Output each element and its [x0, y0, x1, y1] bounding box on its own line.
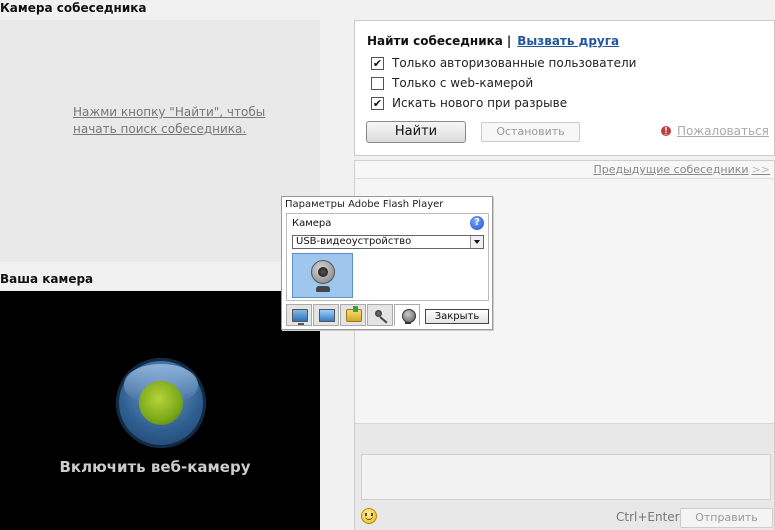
invite-friend-link[interactable]: Вызвать друга: [517, 34, 619, 48]
webcam-base: [316, 286, 330, 292]
webcam-head: [311, 260, 335, 284]
previous-partners-label: Предыдущие собеседники: [593, 163, 749, 176]
search-panel: Найти собеседника | Вызвать друга ✔ Только…: [354, 20, 775, 156]
camera-preview: [292, 253, 353, 298]
tab-privacy[interactable]: [286, 304, 312, 326]
flash-dialog-title: Параметры Adobe Flash Player: [285, 199, 444, 210]
storage-icon: [346, 306, 362, 322]
option-label: Только авторизованные пользователи: [392, 56, 637, 70]
chevron-down-icon[interactable]: [470, 236, 483, 248]
enable-webcam-label[interactable]: Включить веб-камеру: [0, 458, 310, 476]
own-camera-title: Ваша камера: [0, 272, 94, 286]
partner-hint-line1: Нажми кнопку "Найти", чтобы: [73, 105, 266, 119]
send-hotkey-label: Ctrl+Enter: [616, 510, 680, 524]
camera-section-label: Камера: [292, 218, 332, 229]
double-chevron-right-icon: >>: [751, 163, 770, 176]
report-link[interactable]: ! Пожаловаться: [661, 124, 769, 138]
find-partner-label: Найти собеседника: [367, 34, 503, 48]
checkbox-webcam-only[interactable]: [371, 76, 384, 90]
report-label: Пожаловаться: [677, 124, 769, 138]
report-alert-icon: !: [661, 126, 671, 136]
checkbox-search-new-on-disconnect[interactable]: ✔: [371, 96, 384, 110]
privacy-icon: [292, 309, 308, 325]
partner-hint: Нажми кнопку "Найти", чтобы начать поиск…: [73, 104, 273, 138]
send-button[interactable]: Отправить: [680, 508, 773, 528]
option-search-new-on-disconnect[interactable]: ✔ Искать нового при разрыве: [371, 95, 567, 111]
webcam-button-dot-icon: [139, 381, 183, 425]
option-label: Только с web-камерой: [392, 76, 534, 90]
panel-header: Найти собеседника | Вызвать друга: [367, 34, 619, 48]
partner-hint-line2: начать поиск собеседника.: [73, 122, 247, 136]
chat-input-area: Ctrl+Enter Отправить: [355, 423, 774, 530]
tab-microphone[interactable]: [367, 304, 393, 326]
camera-device-select[interactable]: USB-видеоустройство: [292, 235, 484, 249]
flash-tabs: [286, 304, 421, 326]
tab-storage[interactable]: [340, 304, 366, 326]
smiley-icon[interactable]: [361, 508, 377, 524]
close-button[interactable]: Закрыть: [425, 309, 489, 324]
partner-camera-area: [0, 20, 320, 262]
previous-partners-bar: Предыдущие собеседники >>: [355, 161, 774, 179]
partner-camera-title: Камера собеседника: [0, 1, 147, 15]
option-authorized-only[interactable]: ✔ Только авторизованные пользователи: [371, 55, 636, 71]
camera-icon: [400, 309, 416, 324]
flash-camera-section: Камера ? USB-видеоустройство: [286, 213, 489, 301]
previous-partners-link[interactable]: Предыдущие собеседники >>: [593, 163, 770, 176]
tab-camera[interactable]: [394, 304, 420, 326]
display-icon: [319, 309, 335, 322]
tab-display[interactable]: [313, 304, 339, 326]
checkbox-authorized-only[interactable]: ✔: [371, 56, 384, 70]
header-separator: |: [506, 34, 512, 48]
enable-webcam-button[interactable]: [116, 358, 206, 448]
find-button[interactable]: Найти: [366, 121, 466, 143]
message-input[interactable]: [361, 454, 771, 500]
help-icon[interactable]: ?: [470, 216, 484, 230]
selected-device: USB-видеоустройство: [296, 236, 412, 247]
webcam-icon: [309, 260, 337, 294]
option-label: Искать нового при разрыве: [392, 96, 568, 110]
microphone-icon: [373, 309, 389, 322]
option-webcam-only[interactable]: Только с web-камерой: [371, 75, 533, 91]
flash-settings-dialog: Параметры Adobe Flash Player Камера ? US…: [281, 196, 493, 330]
stop-button[interactable]: Остановить: [481, 122, 580, 142]
